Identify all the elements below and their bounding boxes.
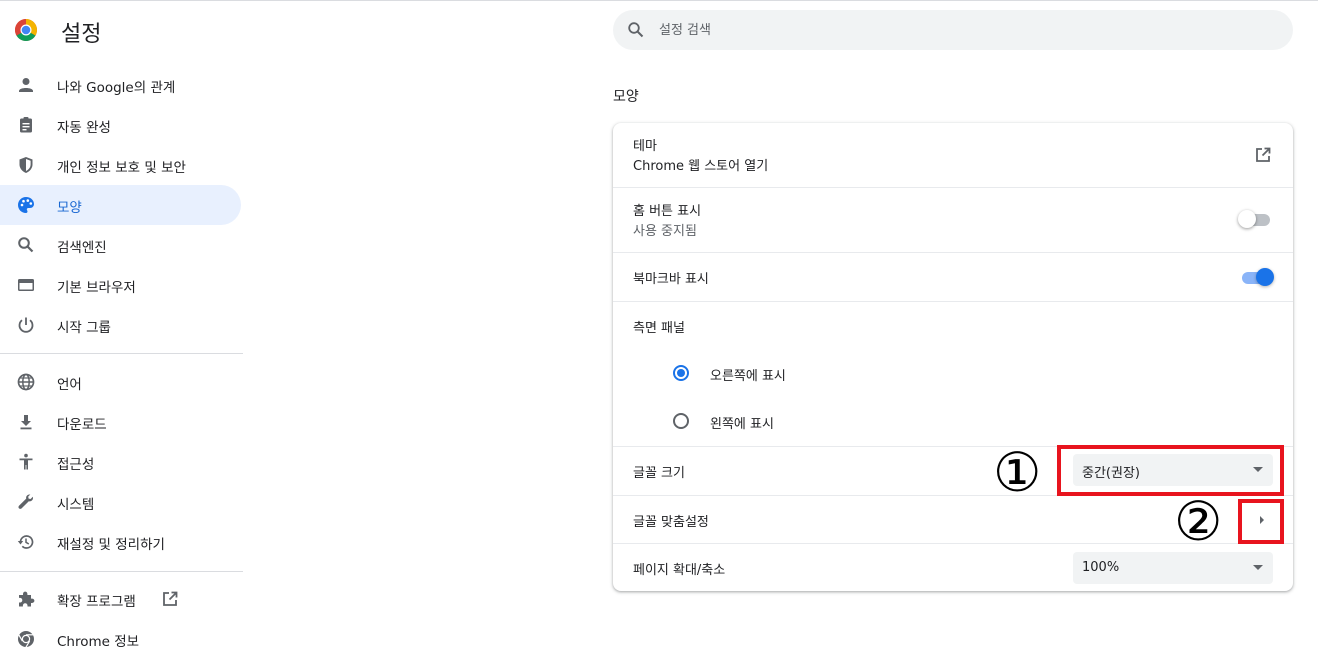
download-icon xyxy=(20,415,32,430)
side-panel-option-right[interactable]: 오른쪽에 표시 xyxy=(669,359,969,387)
sidebar-item-label: 검색엔진 xyxy=(57,240,107,256)
sidebar-item-autofill[interactable]: 자동 완성 xyxy=(0,105,241,145)
search-input[interactable] xyxy=(659,10,1259,50)
bookmarks-bar-toggle[interactable] xyxy=(1240,267,1274,287)
home-button-subtitle: 사용 중지됨 xyxy=(633,224,697,239)
search-icon xyxy=(18,237,34,253)
font-size-title: 글꼴 크기 xyxy=(633,466,685,481)
page-zoom-title: 페이지 확대/축소 xyxy=(633,563,726,578)
sidebar-item-you-and-google[interactable]: 나와 Google의 관계 xyxy=(0,65,241,105)
bookmarks-bar-row: 북마크바 표시 xyxy=(613,253,1293,301)
sidebar-item-system[interactable]: 시스템 xyxy=(0,482,241,522)
section-title: 모양 xyxy=(613,89,639,105)
sidebar-item-reset[interactable]: 재설정 및 정리하기 xyxy=(0,522,241,562)
home-button-toggle[interactable] xyxy=(1238,209,1272,229)
sidebar-item-accessibility[interactable]: 접근성 xyxy=(0,442,241,482)
sidebar-item-privacy[interactable]: 개인 정보 보호 및 보안 xyxy=(0,145,241,185)
sidebar-item-downloads[interactable]: 다운로드 xyxy=(0,402,241,442)
sidebar-item-label: 개인 정보 보호 및 보안 xyxy=(57,160,186,176)
side-panel-option-left[interactable]: 왼쪽에 표시 xyxy=(669,407,969,435)
sidebar-item-label: 접근성 xyxy=(57,457,95,473)
sidebar-item-label: 자동 완성 xyxy=(57,120,111,136)
annotation-box-customize-fonts xyxy=(1238,499,1284,544)
sidebar-item-label: 나와 Google의 관계 xyxy=(57,80,176,96)
page-zoom-value: 100% xyxy=(1082,560,1120,575)
sidebar-item-label: 기본 브라우저 xyxy=(57,280,136,296)
radio-button[interactable] xyxy=(673,413,689,429)
sidebar-item-about-chrome[interactable]: Chrome 정보 xyxy=(0,619,241,659)
sidebar-item-label: 언어 xyxy=(57,377,82,393)
sidebar-item-extensions[interactable]: 확장 프로그램 xyxy=(0,579,241,619)
sidebar-item-label: 시작 그룹 xyxy=(57,320,111,336)
theme-title: 테마 xyxy=(633,139,657,154)
top-border xyxy=(0,0,1318,1)
restore-icon xyxy=(17,535,34,549)
sidebar-divider xyxy=(0,353,243,354)
home-button-row: 홈 버튼 표시 사용 중지됨 xyxy=(613,188,1293,252)
sidebar-item-on-startup[interactable]: 시작 그룹 xyxy=(0,305,241,345)
sidebar-item-label: 확장 프로그램 xyxy=(57,594,136,610)
radio-label: 오른쪽에 표시 xyxy=(710,369,786,384)
browser-icon xyxy=(18,279,34,291)
sidebar-item-languages[interactable]: 언어 xyxy=(0,362,241,402)
accessibility-icon xyxy=(19,453,33,470)
annotation-box-font-size xyxy=(1057,445,1284,496)
page-title: 설정 xyxy=(61,22,102,47)
open-in-new-icon[interactable] xyxy=(1254,146,1272,164)
sidebar-item-default-browser[interactable]: 기본 브라우저 xyxy=(0,265,241,305)
annotation-marker-2: ② xyxy=(1174,490,1223,553)
clipboard-icon xyxy=(20,117,32,133)
row-divider xyxy=(613,301,1293,302)
page-zoom-select[interactable]: 100% xyxy=(1073,552,1273,584)
side-panel-title: 측면 패널 xyxy=(633,321,685,336)
sidebar-item-label: Chrome 정보 xyxy=(57,634,140,650)
globe-icon xyxy=(17,373,35,391)
radio-label: 왼쪽에 표시 xyxy=(710,417,774,432)
chrome-icon xyxy=(18,631,34,648)
search-icon xyxy=(628,22,644,38)
sidebar-item-label: 재설정 및 정리하기 xyxy=(57,537,165,553)
annotation-marker-1: ① xyxy=(993,441,1042,504)
radio-button[interactable] xyxy=(673,365,689,381)
wrench-icon xyxy=(18,494,33,509)
chrome-logo-icon xyxy=(15,19,37,41)
person-icon xyxy=(19,78,33,92)
theme-subtitle: Chrome 웹 스토어 열기 xyxy=(633,159,769,174)
theme-row[interactable]: 테마 Chrome 웹 스토어 열기 xyxy=(613,123,1293,187)
home-button-title: 홈 버튼 표시 xyxy=(633,204,702,219)
power-icon xyxy=(18,317,34,333)
sidebar-item-label: 시스템 xyxy=(57,497,95,513)
sidebar-item-appearance[interactable]: 모양 xyxy=(0,185,241,225)
sidebar-item-label: 모양 xyxy=(57,200,82,216)
settings-search xyxy=(613,10,1293,50)
sidebar-item-label: 다운로드 xyxy=(57,417,107,433)
bookmarks-bar-title: 북마크바 표시 xyxy=(633,272,709,287)
dropdown-arrow-icon xyxy=(1253,565,1263,570)
shield-icon xyxy=(19,157,33,173)
puzzle-icon xyxy=(19,591,35,607)
open-in-new-icon xyxy=(163,591,178,606)
sidebar-item-search-engine[interactable]: 검색엔진 xyxy=(0,225,241,265)
customize-fonts-title: 글꼴 맞춤설정 xyxy=(633,515,709,530)
palette-icon xyxy=(18,197,34,213)
sidebar-divider xyxy=(0,571,243,572)
